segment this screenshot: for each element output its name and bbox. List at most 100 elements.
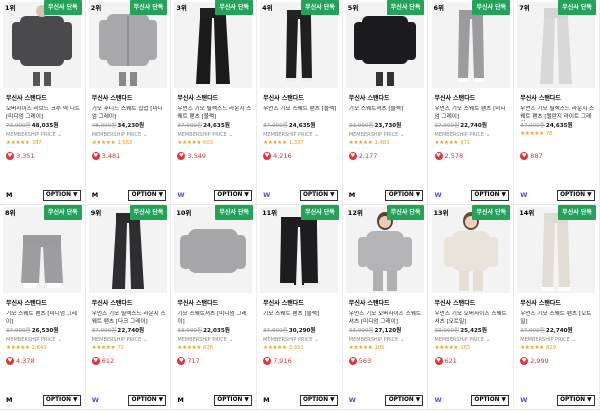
product-card[interactable]: 9위 무신사 단독 무신사 스탠다드 우먼즈 기모 릴랙스드 라운지 스웨트 팬츠 […	[86, 205, 172, 409]
like-count[interactable]: ♥ 563	[348, 357, 371, 365]
heart-icon[interactable]: ♥	[263, 357, 272, 365]
rank-label: 14위	[519, 209, 535, 217]
product-name[interactable]: 우먼즈 기모 스웨트 팬츠 [오트밀]	[520, 311, 596, 326]
brand-name[interactable]: 무신사 스탠다드	[92, 95, 168, 103]
product-card[interactable]: 6위 무신사 단독 무신사 스탠다드 우먼즈 기모 스웨트 팬츠 [미디엄 그레이] 3…	[429, 0, 515, 204]
like-count[interactable]: ♥ 4,378	[6, 357, 35, 365]
brand-name[interactable]: 무신사 스탠다드	[263, 95, 339, 103]
option-button[interactable]: OPTION ▼	[385, 190, 424, 201]
option-button[interactable]: OPTION ▼	[299, 395, 338, 406]
product-card[interactable]: 10위 무신사 단독 무신사 스탠다드 기모 스웨트셔츠 [미디엄 그레이] 33,90…	[171, 205, 258, 409]
brand-name[interactable]: 무신사 스탠다드	[435, 95, 511, 103]
brand-name[interactable]: 무신사 스탠다드	[349, 300, 425, 308]
like-count[interactable]: ♥ 2,999	[520, 357, 549, 365]
product-card[interactable]: 11위 무신사 단독 무신사 스탠다드 기모 스웨트 팬츠 [블랙] 37,900원30…	[257, 205, 343, 409]
product-card[interactable]: 5위 무신사 단독 무신사 스탠다드 기모 스웨트셔츠 [블랙] 33,900원23,7…	[343, 0, 429, 204]
product-name[interactable]: 우먼즈 기모 릴랙스드 라운지 스웨트 팬츠 [다크 그레이]	[92, 311, 168, 326]
membership-price-link[interactable]: MEMBERSHIP PRICE ⌄	[177, 336, 253, 344]
brand-name[interactable]: 무신사 스탠다드	[520, 300, 596, 308]
brand-name[interactable]: 무신사 스탠다드	[92, 300, 168, 308]
like-count[interactable]: ♥ 3,481	[91, 152, 120, 160]
product-card[interactable]: 4위 무신사 단독 무신사 스탠다드 우먼즈 기모 스웨트 팬츠 [블랙] 37,900…	[257, 0, 343, 204]
like-count[interactable]: ♥ 7,916	[263, 357, 292, 365]
option-button[interactable]: OPTION ▼	[128, 190, 167, 201]
brand-name[interactable]: 무신사 스탠다드	[177, 300, 253, 308]
membership-price-link[interactable]: MEMBERSHIP PRICE ⌄	[92, 131, 168, 139]
product-name[interactable]: 기모 스웨트셔츠 [블랙]	[349, 106, 425, 121]
exclusive-badge: 무신사 단독	[43, 205, 82, 220]
membership-price-link[interactable]: MEMBERSHIP PRICE ⌄	[6, 131, 82, 139]
membership-price-link[interactable]: MEMBERSHIP PRICE ⌄	[349, 336, 425, 344]
option-button[interactable]: OPTION ▼	[214, 190, 253, 201]
heart-icon[interactable]: ♥	[91, 152, 100, 160]
heart-icon[interactable]: ♥	[434, 357, 443, 365]
like-count[interactable]: ♥ 717	[177, 357, 200, 365]
option-button[interactable]: OPTION ▼	[471, 190, 510, 201]
heart-icon[interactable]: ♥	[91, 357, 100, 365]
membership-price-link[interactable]: MEMBERSHIP PRICE ⌄	[6, 336, 82, 344]
product-name[interactable]: 우먼즈 기모 스웨트 팬츠 [미디엄 그레이]	[435, 106, 511, 121]
membership-price-link[interactable]: MEMBERSHIP PRICE ⌄	[435, 131, 511, 139]
product-card[interactable]: 14위 무신사 단독 무신사 스탠다드 우먼즈 기모 스웨트 팬츠 [오트밀] 37,9…	[514, 205, 600, 409]
product-card[interactable]: 7위 무신사 단독 무신사 스탠다드 우먼즈 기모 릴랙스드 라운지 스웨트 팬츠 […	[514, 0, 600, 204]
product-name[interactable]: 오버사이즈 리브드 크루 넥 니트 [미디엄 그레이]	[6, 106, 82, 121]
option-button[interactable]: OPTION ▼	[128, 395, 167, 406]
product-card[interactable]: 13위 무신사 단독 무신사 스탠다드 우먼즈 기모 오버사이즈 스웨트셔츠 [오트밀…	[429, 205, 515, 409]
heart-icon[interactable]: ♥	[434, 152, 443, 160]
like-count[interactable]: ♥ 887	[520, 152, 543, 160]
brand-name[interactable]: 무신사 스탠다드	[349, 95, 425, 103]
membership-price-link[interactable]: MEMBERSHIP PRICE ⌄	[263, 131, 339, 139]
membership-price-link[interactable]: MEMBERSHIP PRICE ⌄	[263, 336, 339, 344]
option-button[interactable]: OPTION ▼	[214, 395, 253, 406]
brand-name[interactable]: 무신사 스탠다드	[435, 300, 511, 308]
heart-icon[interactable]: ♥	[6, 357, 14, 365]
like-count[interactable]: ♥ 2,578	[434, 152, 463, 160]
product-name[interactable]: 우먼즈 기모 릴랙스드 라운지 스웨트 팬츠 [블랙]	[177, 106, 253, 121]
product-name[interactable]: 우먼즈 기모 오버사이즈 스웨트셔츠 [미디엄 그레이]	[349, 311, 425, 326]
like-count[interactable]: ♥ 2,177	[348, 152, 377, 160]
heart-icon[interactable]: ♥	[348, 152, 357, 160]
like-count[interactable]: ♥ 3,351	[6, 152, 35, 160]
heart-icon[interactable]: ♥	[348, 357, 357, 365]
membership-price-link[interactable]: MEMBERSHIP PRICE ⌄	[520, 336, 596, 344]
option-button[interactable]: OPTION ▼	[556, 395, 595, 406]
option-button[interactable]: OPTION ▼	[385, 395, 424, 406]
product-name[interactable]: 우먼즈 기모 오버사이즈 스웨트셔츠 [오트밀]	[435, 311, 511, 326]
heart-icon[interactable]: ♥	[520, 152, 529, 160]
product-name[interactable]: 기모 스웨트 팬츠 [블랙]	[263, 311, 339, 326]
product-card[interactable]: 3위 무신사 단독 무신사 스탠다드 우먼즈 기모 릴랙스드 라운지 스웨트 팬츠 […	[171, 0, 258, 204]
brand-name[interactable]: 무신사 스탠다드	[177, 95, 253, 103]
heart-icon[interactable]: ♥	[6, 152, 14, 160]
heart-icon[interactable]: ♥	[520, 357, 529, 365]
product-info: 무신사 스탠다드 오버사이즈 리브드 크루 넥 니트 [미디엄 그레이] 73,90…	[6, 92, 82, 147]
brand-name[interactable]: 무신사 스탠다드	[263, 300, 339, 308]
like-count[interactable]: ♥ 3,549	[177, 152, 206, 160]
brand-name[interactable]: 무신사 스탠다드	[6, 300, 82, 308]
heart-icon[interactable]: ♥	[177, 357, 186, 365]
option-button[interactable]: OPTION ▼	[556, 190, 595, 201]
like-count[interactable]: ♥ 4,216	[263, 152, 292, 160]
option-button[interactable]: OPTION ▼	[42, 395, 81, 406]
option-button[interactable]: OPTION ▼	[42, 190, 81, 201]
membership-price-link[interactable]: MEMBERSHIP PRICE ⌄	[177, 131, 253, 139]
like-count[interactable]: ♥ 612	[91, 357, 114, 365]
product-name[interactable]: 기모 후디드 스웨트 집업 [미디엄 그레이]	[92, 106, 168, 121]
product-card[interactable]: 2위 무신사 단독 무신사 스탠다드 기모 후디드 스웨트 집업 [미디엄 그레이] 4…	[86, 0, 172, 204]
product-card[interactable]: 1위 무신사 단독 무신사 스탠다드 오버사이즈 리브드 크루 넥 니트 [미디엄 그…	[0, 0, 86, 204]
product-card[interactable]: 8위 무신사 단독 무신사 스탠다드 기모 스웨트 팬츠 [미디엄 그레이] 37,90…	[0, 205, 86, 409]
heart-icon[interactable]: ♥	[263, 152, 272, 160]
product-name[interactable]: 기모 스웨트 팬츠 [미디엄 그레이]	[6, 311, 82, 326]
product-card[interactable]: 12위 무신사 단독 무신사 스탠다드 우먼즈 기모 오버사이즈 스웨트셔츠 [미디엄…	[343, 205, 429, 409]
product-name[interactable]: 기모 스웨트셔츠 [미디엄 그레이]	[177, 311, 253, 326]
like-count[interactable]: ♥ 621	[434, 357, 457, 365]
membership-price-link[interactable]: MEMBERSHIP PRICE ⌄	[92, 336, 168, 344]
option-button[interactable]: OPTION ▼	[471, 395, 510, 406]
option-button[interactable]: OPTION ▼	[299, 190, 338, 201]
brand-name[interactable]: 무신사 스탠다드	[6, 95, 82, 103]
product-name[interactable]: 우먼즈 기모 릴랙스드 라운지 스웨트 팬츠 [멜란지 라이트 그레이]	[520, 106, 596, 121]
product-name[interactable]: 우먼즈 기모 스웨트 팬츠 [블랙]	[263, 106, 339, 121]
membership-price-link[interactable]: MEMBERSHIP PRICE ⌄	[435, 336, 511, 344]
heart-icon[interactable]: ♥	[177, 152, 186, 160]
membership-price-link[interactable]: MEMBERSHIP PRICE ⌄	[349, 131, 425, 139]
brand-name[interactable]: 무신사 스탠다드	[520, 95, 596, 103]
